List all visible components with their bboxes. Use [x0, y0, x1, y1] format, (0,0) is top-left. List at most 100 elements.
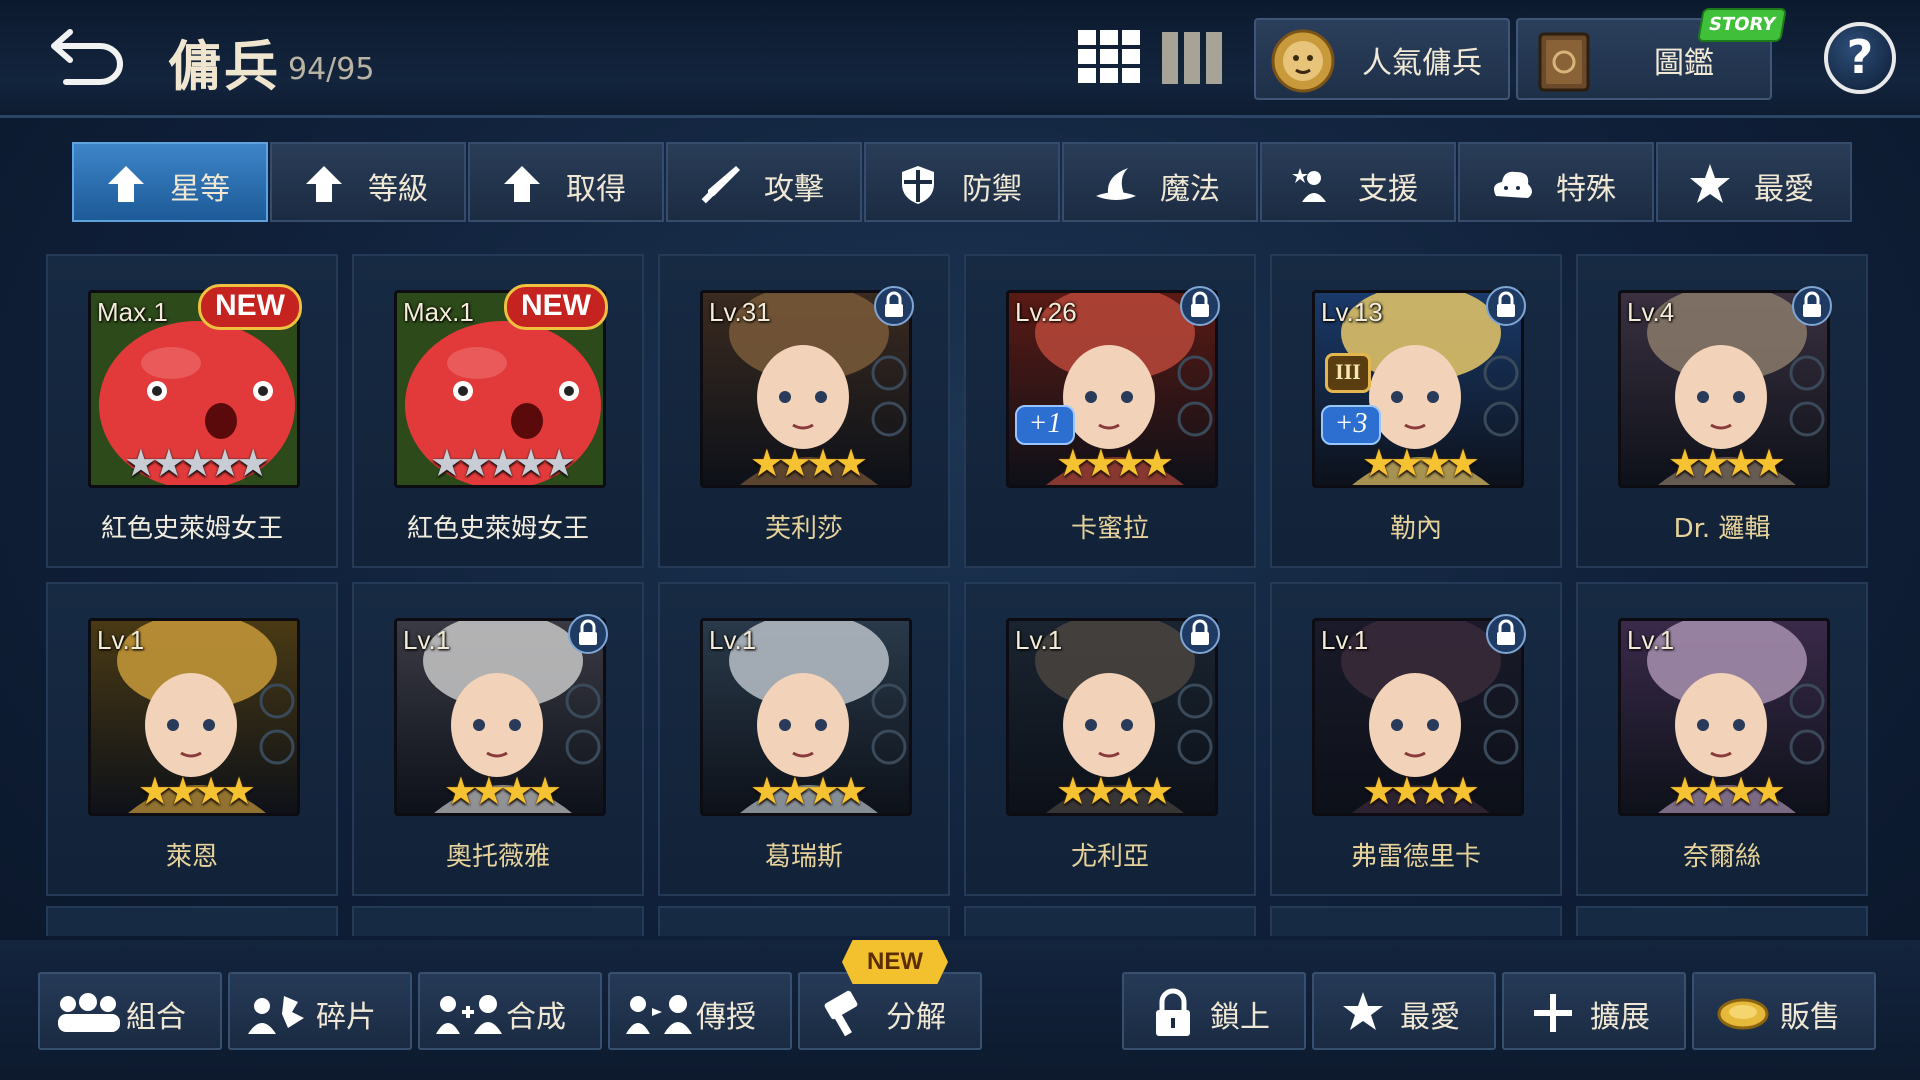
tab-acquired[interactable]: 取得	[468, 142, 664, 222]
mercenary-card-partial[interactable]	[658, 906, 950, 936]
mercenary-name: 紅色史萊姆女王	[100, 514, 283, 544]
mercenary-level: Lv.31	[709, 297, 771, 327]
mercenary-card[interactable]: Lv.4 ★★★★ Dr. 邏輯	[1576, 254, 1868, 568]
help-button[interactable]: ?	[1824, 22, 1896, 94]
mercenary-card[interactable]: Lv.31 ★★★★ 芙利莎	[658, 254, 950, 568]
tab-defense[interactable]: 防禦	[864, 142, 1060, 222]
cloud-icon	[1494, 171, 1532, 198]
tab-special[interactable]: 特殊	[1458, 142, 1654, 222]
enhancement-badge: +1	[1015, 405, 1075, 445]
lock-icon	[1180, 286, 1220, 326]
star-rating: ★★★★★	[429, 441, 576, 485]
tab-favorite[interactable]: 最愛	[1656, 142, 1852, 222]
tab-label: 支援	[1358, 172, 1418, 207]
mercenary-level: Max.1	[403, 297, 474, 327]
mercenary-name: 奧托薇雅	[445, 842, 550, 872]
sell-button[interactable]: 販售	[1692, 972, 1876, 1050]
popular-mercenary-button[interactable]: 人氣傭兵	[1254, 18, 1510, 100]
mercenary-name: 奈爾絲	[1682, 842, 1761, 872]
mercenary-card[interactable]: Lv.1 ★★★★ 奈爾絲	[1576, 582, 1868, 896]
tab-level[interactable]: 等級	[270, 142, 466, 222]
top-bar: 傭兵 94/95 人氣傭兵 圖鑑 STORY ?	[0, 0, 1920, 118]
lock-button[interactable]: 鎖上	[1122, 972, 1306, 1050]
page-title: 傭兵	[168, 35, 280, 98]
mercenary-card-partial[interactable]	[46, 906, 338, 936]
mercenary-name: 芙利莎	[764, 514, 843, 544]
fusion-label: 合成	[506, 1000, 566, 1035]
tab-label: 最愛	[1754, 172, 1814, 207]
mercenary-count: 94/95	[288, 52, 375, 87]
shield-icon	[902, 166, 934, 204]
star-rating: ★★★★	[1667, 769, 1786, 813]
mercenary-level: Lv.1	[403, 625, 451, 655]
mercenary-card[interactable]: Lv.26 +1 ★★★★ 卡蜜拉	[964, 254, 1256, 568]
new-badge: NEW	[504, 284, 608, 330]
mercenary-name: 尤利亞	[1070, 842, 1149, 872]
enhancement-badge: +3	[1321, 405, 1381, 445]
lock-icon	[874, 286, 914, 326]
mercenary-level: Lv.13	[1321, 297, 1383, 327]
back-button[interactable]	[48, 24, 128, 88]
fragment-button[interactable]: 碎片	[228, 972, 412, 1050]
lock-label: 鎖上	[1210, 1000, 1270, 1035]
sword-icon	[701, 166, 740, 204]
hammer-icon	[824, 990, 858, 1037]
fragment-icon	[248, 996, 304, 1034]
mercenary-name: 葛瑞斯	[764, 842, 843, 872]
star-rating: ★★★★	[443, 769, 562, 813]
tab-label: 魔法	[1160, 172, 1220, 207]
lock-icon	[1156, 988, 1190, 1036]
tab-star-rank[interactable]: 星等	[72, 142, 268, 222]
tab-label: 攻擊	[764, 172, 824, 207]
lock-icon	[1486, 614, 1526, 654]
mercenary-card-partial[interactable]	[1270, 906, 1562, 936]
expand-label: 擴展	[1590, 1000, 1650, 1035]
support-icon	[1292, 168, 1326, 202]
fusion-button[interactable]: 合成	[418, 972, 602, 1050]
sell-label: 販售	[1780, 1000, 1840, 1035]
mercenary-level: Max.1	[97, 297, 168, 327]
tab-support[interactable]: 支援	[1260, 142, 1456, 222]
team-label: 組合	[126, 1000, 186, 1035]
tab-attack[interactable]: 攻擊	[666, 142, 862, 222]
mercenary-card[interactable]: Lv.13 +3 III ★★★★ 勒內	[1270, 254, 1562, 568]
mercenary-card-partial[interactable]	[352, 906, 644, 936]
arrow-up-icon	[108, 166, 144, 202]
favorite-button[interactable]: 最愛	[1312, 972, 1496, 1050]
star-icon	[1343, 992, 1383, 1030]
tab-magic[interactable]: 魔法	[1062, 142, 1258, 222]
mercenary-card[interactable]: Lv.1 ★★★★ 尤利亞	[964, 582, 1256, 896]
mercenary-portrait: Lv.1 ★★★★	[88, 618, 300, 816]
expand-button[interactable]: 擴展	[1502, 972, 1686, 1050]
transfer-label: 傳授	[696, 1000, 756, 1035]
mercenary-portrait: Lv.1 ★★★★	[1618, 618, 1830, 816]
star-rating: ★★★★	[137, 769, 256, 813]
sort-tabs: 星等 等級 取得 攻擊 防禦 魔法 支援 特殊 最愛	[72, 142, 1852, 222]
arrow-up-icon	[306, 166, 342, 202]
grid-view-button[interactable]	[1078, 30, 1140, 84]
star-rating: ★★★★	[1055, 769, 1174, 813]
mercenary-level: Lv.4	[1627, 297, 1675, 327]
mercenary-name: 弗雷德里卡	[1350, 842, 1481, 872]
mercenary-card[interactable]: Lv.1 ★★★★ 弗雷德里卡	[1270, 582, 1562, 896]
mercenary-card-partial[interactable]	[1576, 906, 1868, 936]
mercenary-card[interactable]: Lv.1 ★★★★ 奧托薇雅	[352, 582, 644, 896]
team-button[interactable]: 組合	[38, 972, 222, 1050]
lock-icon	[1792, 286, 1832, 326]
lock-icon	[1180, 614, 1220, 654]
mercenary-card[interactable]: Lv.1 ★★★★ 萊恩	[46, 582, 338, 896]
star-rating: ★★★★	[749, 769, 868, 813]
list-view-button[interactable]	[1162, 32, 1224, 84]
transfer-button[interactable]: 傳授	[608, 972, 792, 1050]
lock-icon	[568, 614, 608, 654]
mercenary-card-partial[interactable]	[964, 906, 1256, 936]
fragment-label: 碎片	[316, 1000, 376, 1035]
mercenary-card[interactable]: Lv.1 ★★★★ 葛瑞斯	[658, 582, 950, 896]
new-badge: NEW	[198, 284, 302, 330]
disassemble-label: 分解	[886, 1000, 946, 1035]
mercenary-card[interactable]: Max.1 ★★★★★ NEW 紅色史萊姆女王	[352, 254, 644, 568]
mercenary-level: Lv.26	[1015, 297, 1077, 327]
star-rating: ★★★★	[1667, 441, 1786, 485]
mercenary-card[interactable]: Max.1 ★★★★★ NEW 紅色史萊姆女王	[46, 254, 338, 568]
team-icon	[58, 993, 120, 1032]
